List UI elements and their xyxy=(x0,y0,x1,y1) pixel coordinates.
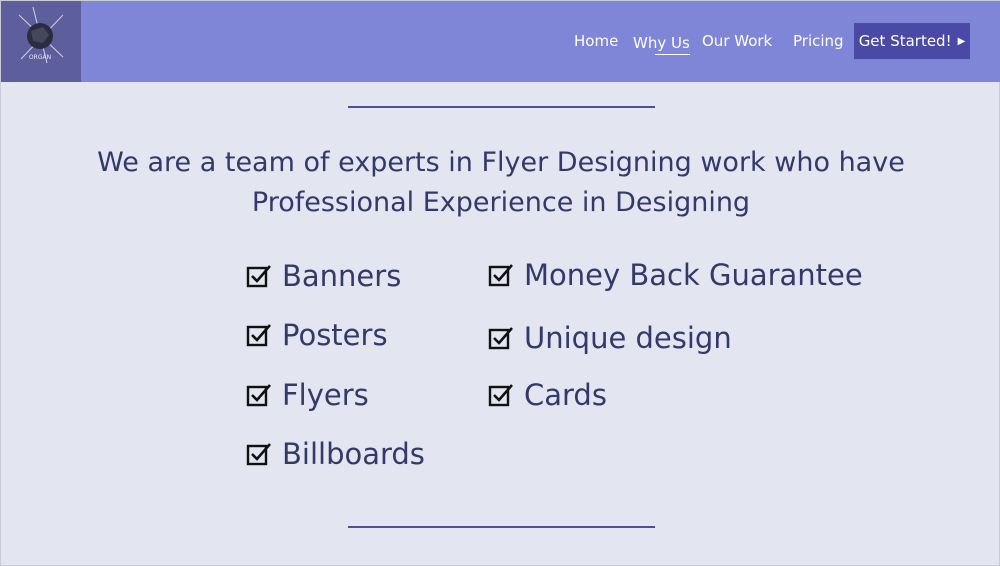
svg-text:ORGAN: ORGAN xyxy=(29,54,51,61)
feature-label: Billboards xyxy=(282,437,425,471)
checkbox-checked-icon xyxy=(246,265,271,288)
feature-item: Flyers xyxy=(246,378,369,412)
bottom-divider xyxy=(348,526,655,528)
checkbox-checked-icon xyxy=(246,324,271,347)
nav-why-us[interactable]: Why Us xyxy=(633,34,690,55)
checkbox-checked-icon xyxy=(246,384,271,407)
heading-line-2: Professional Experience in Designing xyxy=(251,187,751,218)
get-started-button[interactable]: Get Started! ▶ xyxy=(854,23,970,59)
nav-home[interactable]: Home xyxy=(574,32,618,50)
feature-label: Posters xyxy=(282,318,388,352)
checkbox-checked-icon xyxy=(246,443,271,466)
play-triangle-icon: ▶ xyxy=(957,35,966,47)
feature-label: Flyers xyxy=(282,378,369,412)
page-heading: We are a team of experts in Flyer Design… xyxy=(41,143,961,223)
feature-item: Unique design xyxy=(488,321,732,355)
checkbox-checked-icon xyxy=(488,264,513,287)
logo-mark-icon: ORGAN xyxy=(18,6,64,64)
feature-label: Banners xyxy=(282,259,402,293)
feature-label: Unique design xyxy=(524,321,732,355)
top-divider xyxy=(348,106,655,108)
checkbox-checked-icon xyxy=(488,327,513,350)
feature-label: Cards xyxy=(524,378,607,412)
feature-label: Money Back Guarantee xyxy=(524,258,863,292)
logo[interactable]: ORGAN xyxy=(1,1,81,82)
feature-item: Billboards xyxy=(246,437,425,471)
get-started-label: Get Started! xyxy=(858,32,952,50)
nav-our-work[interactable]: Our Work xyxy=(702,32,772,50)
feature-item: Posters xyxy=(246,318,388,352)
nav-pricing[interactable]: Pricing xyxy=(793,32,844,50)
feature-item: Money Back Guarantee xyxy=(488,258,863,292)
navbar: ORGAN Home Why Us Our Work Pricing Get S… xyxy=(1,1,1000,82)
heading-line-1: We are a team of experts in Flyer Design… xyxy=(97,147,905,178)
checkbox-checked-icon xyxy=(488,384,513,407)
feature-item: Banners xyxy=(246,259,401,293)
feature-item: Cards xyxy=(488,378,607,412)
